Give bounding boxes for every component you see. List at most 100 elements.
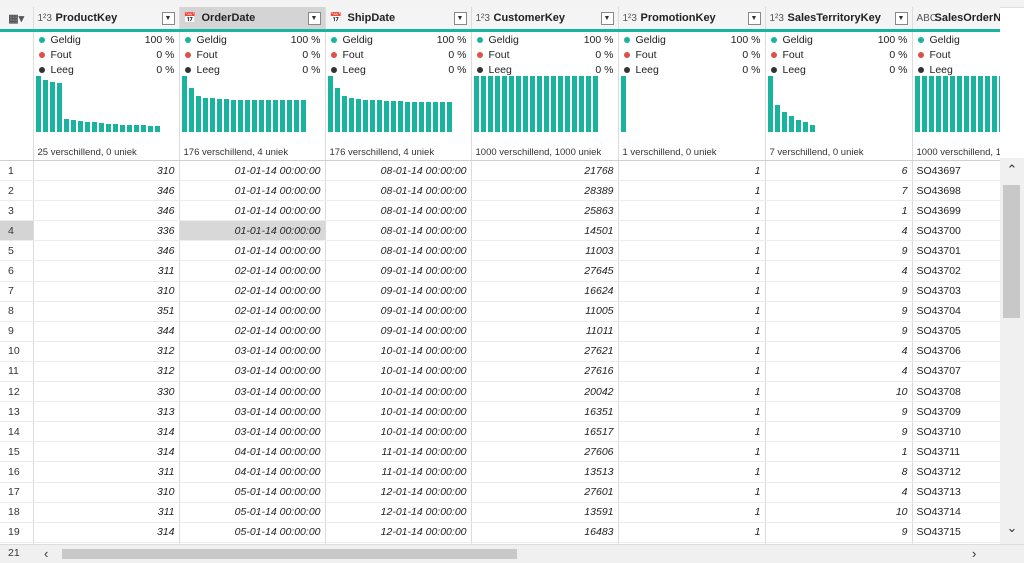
table-row[interactable]: 9 344 02-01-14 00:00:00 09-01-14 00:00:00 11… — [0, 321, 1000, 342]
cell-promotionkey[interactable]: 1 — [618, 281, 766, 302]
table-row[interactable]: 19 314 05-01-14 00:00:00 12-01-14 00:00:00 1… — [0, 522, 1000, 543]
table-row[interactable]: 3 346 01-01-14 00:00:00 08-01-14 00:00:00 25… — [0, 200, 1000, 222]
table-row[interactable]: 12 330 03-01-14 00:00:00 10-01-14 00:00:00 2… — [0, 381, 1000, 403]
column-header-shipdate[interactable]: 📅 ShipDate ▼ — [325, 7, 472, 31]
number-type-icon[interactable]: 1²3 — [770, 13, 788, 24]
cell-orderdate[interactable]: 03-01-14 00:00:00 — [179, 381, 326, 403]
cell-salesterritorykey[interactable]: 9 — [765, 522, 913, 543]
row-number[interactable]: 14 — [0, 421, 34, 443]
scroll-up-icon[interactable]: ⌃ — [1000, 160, 1024, 180]
cell-promotionkey[interactable]: 1 — [618, 401, 766, 423]
column-header-salesordernumb[interactable]: ABCSalesOrderNumb▼ — [912, 7, 1000, 31]
column-header-promotionkey[interactable]: 1²3 PromotionKey ▼ — [618, 7, 766, 31]
table-row[interactable]: 11 312 03-01-14 00:00:00 10-01-14 00:00:00 2… — [0, 361, 1000, 383]
cell-promotionkey[interactable]: 1 — [618, 522, 766, 543]
column-header-orderdate[interactable]: 📅 OrderDate ▼ — [179, 7, 326, 31]
vertical-scrollbar[interactable]: ⌃ ⌄ — [1000, 158, 1024, 544]
cell-productkey[interactable]: 311 — [33, 502, 180, 523]
cell-shipdate[interactable]: 08-01-14 00:00:00 — [325, 200, 472, 222]
number-type-icon[interactable]: 1²3 — [38, 13, 56, 24]
cell-shipdate[interactable]: 12-01-14 00:00:00 — [325, 482, 472, 503]
cell-productkey[interactable]: 344 — [33, 321, 180, 342]
cell-orderdate[interactable]: 01-01-14 00:00:00 — [179, 240, 326, 262]
cell-productkey[interactable]: 311 — [33, 260, 180, 282]
cell-salesordernumber[interactable]: SO43705 — [912, 321, 1000, 342]
row-number[interactable]: 13 — [0, 401, 34, 423]
cell-shipdate[interactable]: 10-01-14 00:00:00 — [325, 421, 472, 443]
cell-orderdate[interactable]: 05-01-14 00:00:00 — [179, 502, 326, 523]
cell-shipdate[interactable]: 12-01-14 00:00:00 — [325, 502, 472, 523]
cell-salesordernumber[interactable]: SO43702 — [912, 260, 1000, 282]
vertical-scroll-thumb[interactable] — [1003, 185, 1020, 318]
cell-salesordernumber[interactable]: SO43708 — [912, 381, 1000, 403]
row-number[interactable]: 6 — [0, 260, 34, 282]
cell-salesterritorykey[interactable]: 9 — [765, 421, 913, 443]
scroll-left-icon[interactable]: ‹ — [44, 546, 48, 561]
row-number[interactable]: 8 — [0, 301, 34, 322]
cell-salesterritorykey[interactable]: 1 — [765, 200, 913, 222]
cell-customerkey[interactable]: 11011 — [471, 321, 619, 342]
cell-salesordernumber[interactable]: SO43704 — [912, 301, 1000, 322]
cell-shipdate[interactable]: 08-01-14 00:00:00 — [325, 160, 472, 182]
row-number[interactable]: 7 — [0, 281, 34, 302]
cell-salesterritorykey[interactable]: 4 — [765, 341, 913, 362]
cell-productkey[interactable]: 336 — [33, 220, 180, 242]
cell-shipdate[interactable]: 10-01-14 00:00:00 — [325, 381, 472, 403]
cell-shipdate[interactable]: 09-01-14 00:00:00 — [325, 301, 472, 322]
cell-orderdate[interactable]: 04-01-14 00:00:00 — [179, 461, 326, 483]
filter-dropdown-icon[interactable]: ▼ — [161, 11, 175, 25]
cell-salesterritorykey[interactable]: 1 — [765, 441, 913, 463]
cell-shipdate[interactable]: 10-01-14 00:00:00 — [325, 401, 472, 423]
table-row[interactable]: 18 311 05-01-14 00:00:00 12-01-14 00:00:00 1… — [0, 502, 1000, 523]
filter-dropdown-icon[interactable]: ▼ — [453, 11, 467, 25]
cell-customerkey[interactable]: 28389 — [471, 180, 619, 202]
cell-customerkey[interactable]: 27621 — [471, 341, 619, 362]
cell-salesordernumber[interactable]: SO43707 — [912, 361, 1000, 383]
cell-shipdate[interactable]: 11-01-14 00:00:00 — [325, 441, 472, 463]
cell-productkey[interactable]: 310 — [33, 281, 180, 302]
cell-salesterritorykey[interactable]: 4 — [765, 260, 913, 282]
cell-salesterritorykey[interactable]: 10 — [765, 502, 913, 523]
cell-orderdate[interactable]: 02-01-14 00:00:00 — [179, 260, 326, 282]
cell-customerkey[interactable]: 11003 — [471, 240, 619, 262]
cell-promotionkey[interactable]: 1 — [618, 160, 766, 182]
cell-productkey[interactable]: 314 — [33, 441, 180, 463]
cell-customerkey[interactable]: 16517 — [471, 421, 619, 443]
scroll-down-icon[interactable]: ⌄ — [1000, 518, 1024, 538]
table-row[interactable]: 14 314 03-01-14 00:00:00 10-01-14 00:00:00 1… — [0, 421, 1000, 443]
cell-salesterritorykey[interactable]: 9 — [765, 240, 913, 262]
cell-productkey[interactable]: 311 — [33, 461, 180, 483]
number-type-icon[interactable]: 1²3 — [623, 13, 641, 24]
cell-productkey[interactable]: 310 — [33, 482, 180, 503]
table-row[interactable]: 1 310 01-01-14 00:00:00 08-01-14 00:00:00 21… — [0, 160, 1000, 182]
table-row[interactable]: 7 310 02-01-14 00:00:00 09-01-14 00:00:00 16… — [0, 281, 1000, 302]
cell-orderdate[interactable]: 03-01-14 00:00:00 — [179, 341, 326, 362]
cell-promotionkey[interactable]: 1 — [618, 200, 766, 222]
cell-salesordernumber[interactable]: SO43698 — [912, 180, 1000, 202]
cell-salesordernumber[interactable]: SO43700 — [912, 220, 1000, 242]
cell-shipdate[interactable]: 09-01-14 00:00:00 — [325, 281, 472, 302]
cell-promotionkey[interactable]: 1 — [618, 421, 766, 443]
cell-productkey[interactable]: 312 — [33, 341, 180, 362]
cell-customerkey[interactable]: 13513 — [471, 461, 619, 483]
cell-salesordernumber[interactable]: SO43701 — [912, 240, 1000, 262]
cell-salesordernumber[interactable]: SO43713 — [912, 482, 1000, 503]
cell-shipdate[interactable]: 10-01-14 00:00:00 — [325, 341, 472, 362]
cell-customerkey[interactable]: 16483 — [471, 522, 619, 543]
cell-salesordernumber[interactable]: SO43709 — [912, 401, 1000, 423]
cell-orderdate[interactable]: 02-01-14 00:00:00 — [179, 321, 326, 342]
table-row[interactable]: 4 336 01-01-14 00:00:00 08-01-14 00:00:00 14… — [0, 220, 1000, 242]
cell-productkey[interactable]: 314 — [33, 421, 180, 443]
cell-productkey[interactable]: 346 — [33, 180, 180, 202]
cell-promotionkey[interactable]: 1 — [618, 301, 766, 322]
cell-salesordernumber[interactable]: SO43712 — [912, 461, 1000, 483]
cell-promotionkey[interactable]: 1 — [618, 180, 766, 202]
cell-shipdate[interactable]: 09-01-14 00:00:00 — [325, 321, 472, 342]
row-number[interactable]: 15 — [0, 441, 34, 463]
column-header-customerkey[interactable]: 1²3 CustomerKey ▼ — [471, 7, 619, 31]
cell-customerkey[interactable]: 11005 — [471, 301, 619, 322]
cell-salesordernumber[interactable]: SO43710 — [912, 421, 1000, 443]
cell-customerkey[interactable]: 14501 — [471, 220, 619, 242]
row-number[interactable]: 18 — [0, 502, 34, 523]
cell-orderdate[interactable]: 03-01-14 00:00:00 — [179, 421, 326, 443]
